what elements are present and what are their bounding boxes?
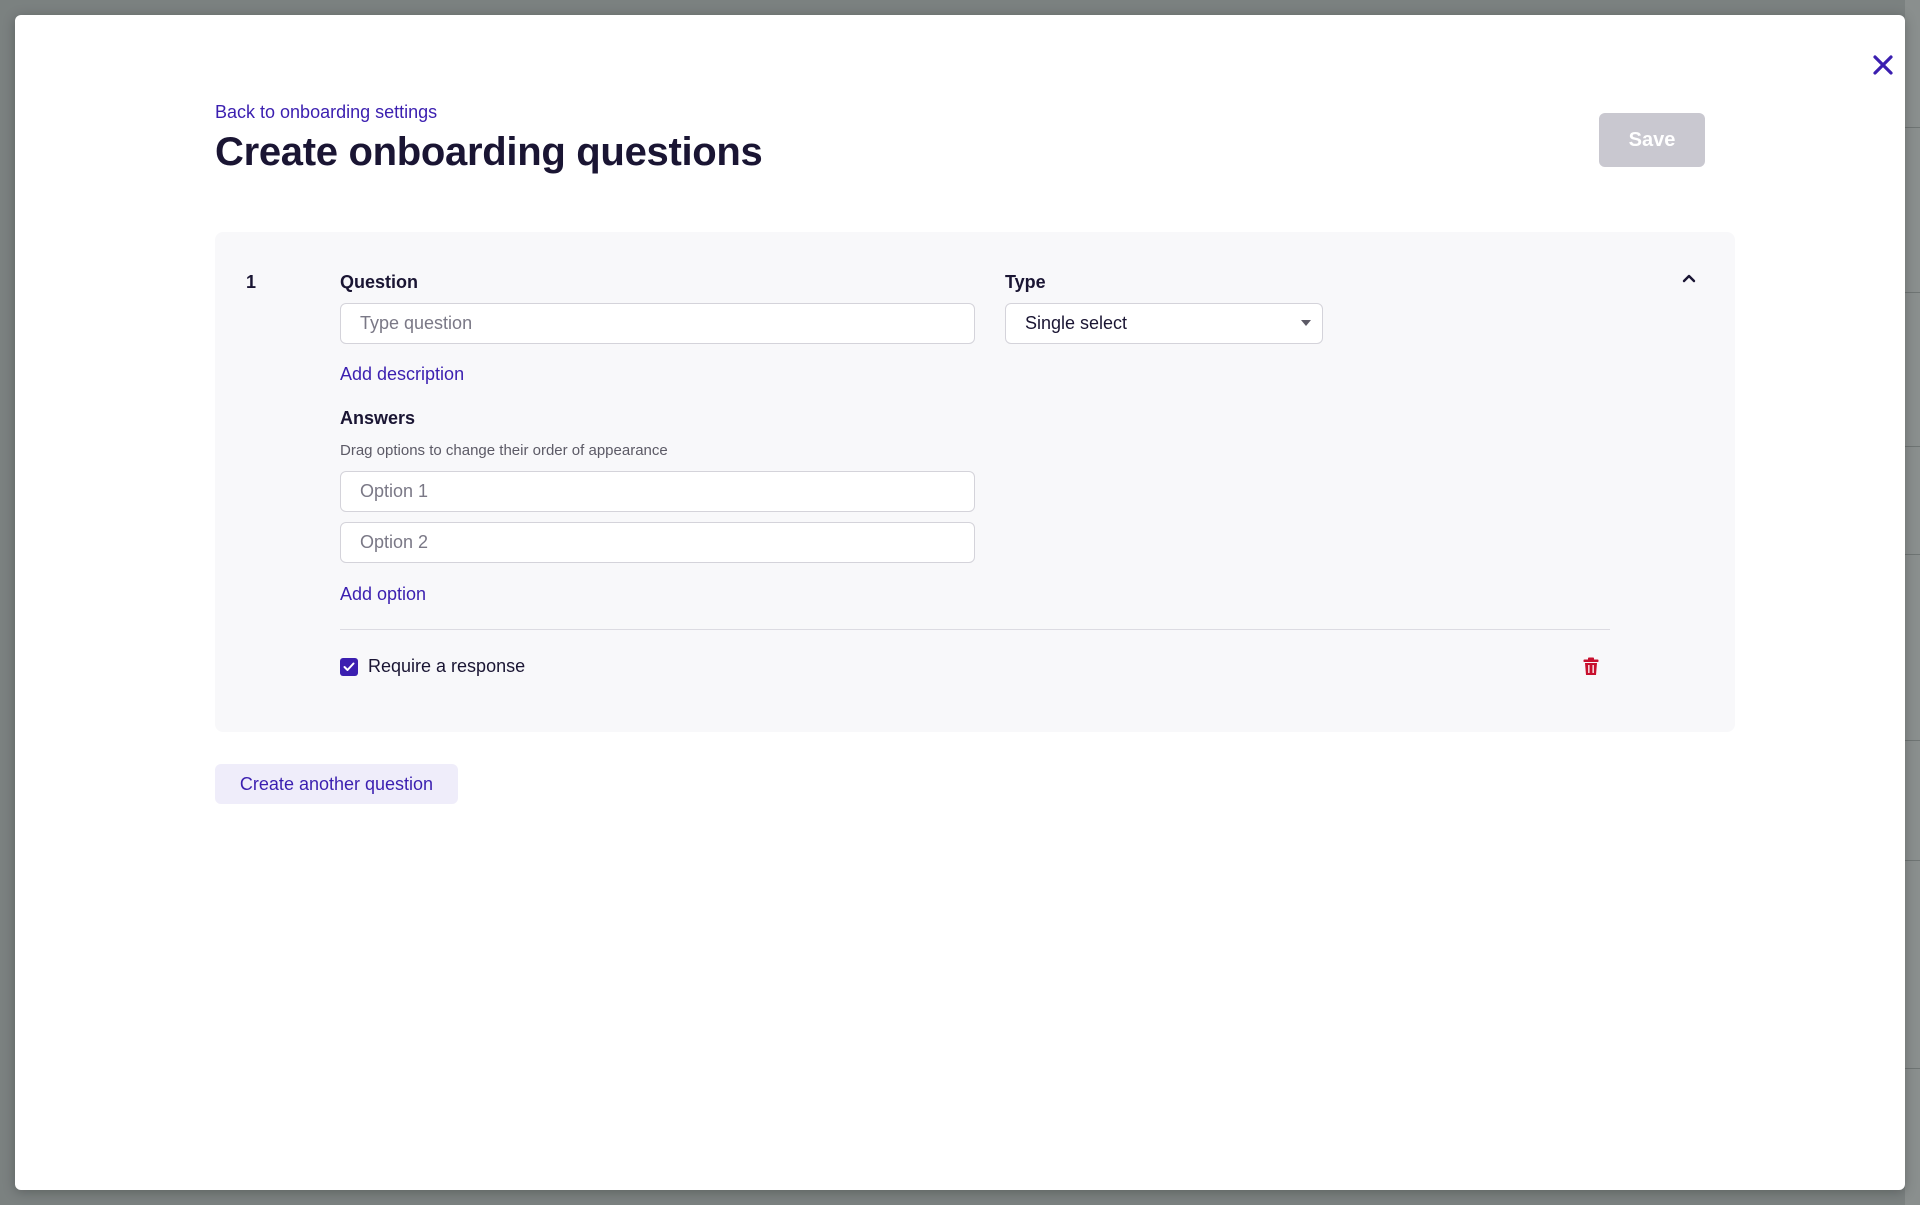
- checkmark-icon: [343, 662, 355, 671]
- backdrop-divider: [1905, 1068, 1920, 1069]
- backdrop-page-edge: [1905, 0, 1920, 1205]
- question-card: 1 Question Type Single select Add descri…: [215, 232, 1735, 732]
- type-select[interactable]: Single select: [1005, 303, 1323, 344]
- divider: [340, 629, 1610, 630]
- question-input[interactable]: [340, 303, 975, 344]
- backdrop-divider: [1905, 740, 1920, 741]
- backdrop-divider: [1905, 292, 1920, 293]
- backdrop-divider: [1905, 127, 1920, 128]
- answers-helper-text: Drag options to change their order of ap…: [340, 442, 668, 459]
- trash-icon: [1583, 657, 1599, 675]
- collapse-button[interactable]: [1675, 264, 1703, 292]
- close-icon: [1873, 55, 1893, 75]
- caret-down-icon: [1301, 320, 1311, 326]
- answers-label: Answers: [340, 408, 416, 428]
- question-label: Question: [340, 272, 419, 292]
- add-option-link[interactable]: Add option: [340, 584, 426, 605]
- backdrop-divider: [1905, 860, 1920, 861]
- close-button[interactable]: [1867, 49, 1899, 81]
- back-to-settings-link[interactable]: Back to onboarding settings: [215, 102, 437, 123]
- backdrop-divider: [1905, 554, 1920, 555]
- option-input[interactable]: [340, 522, 975, 563]
- type-select-value: Single select: [1025, 313, 1128, 333]
- delete-question-button[interactable]: [1580, 654, 1602, 678]
- save-button[interactable]: Save: [1599, 113, 1705, 167]
- type-label: Type: [1005, 272, 1046, 292]
- question-number: 1: [246, 272, 257, 292]
- require-response-checkbox[interactable]: [340, 658, 358, 676]
- require-response-label: Require a response: [368, 656, 526, 676]
- chevron-up-icon: [1682, 274, 1696, 283]
- option-input[interactable]: [340, 471, 975, 512]
- add-description-link[interactable]: Add description: [340, 364, 464, 385]
- create-another-question-button[interactable]: Create another question: [215, 764, 458, 804]
- backdrop-divider: [1905, 446, 1920, 447]
- create-questions-modal: Back to onboarding settings Create onboa…: [15, 15, 1905, 1190]
- page-title: Create onboarding questions: [215, 130, 763, 174]
